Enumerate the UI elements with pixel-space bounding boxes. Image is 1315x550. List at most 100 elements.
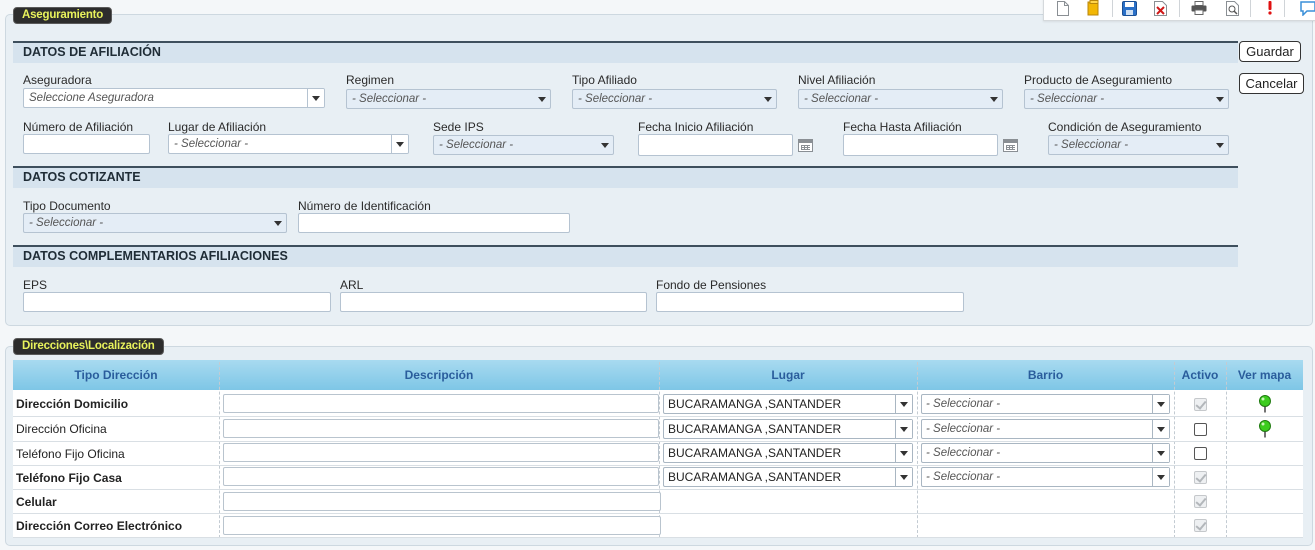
barrio-value: - Seleccionar - <box>926 471 1001 483</box>
chevron-down-icon <box>1152 444 1169 462</box>
cancel-button[interactable]: Cancelar <box>1239 73 1304 94</box>
direcciones-tab: Direcciones\Localización <box>13 338 164 355</box>
barrio-select[interactable]: - Seleccionar - <box>921 443 1170 463</box>
lugar-value: BUCARAMANGA ,SANTANDER <box>668 422 842 436</box>
numero-identificacion-label: Número de Identificación <box>298 199 431 213</box>
col-ver-mapa: Ver mapa <box>1237 368 1292 382</box>
nivel-afiliacion-select[interactable]: - Seleccionar - <box>798 89 1003 109</box>
toolbar <box>1043 0 1315 21</box>
condicion-label: Condición de Aseguramiento <box>1048 120 1202 134</box>
descripcion-input[interactable] <box>223 516 661 535</box>
aseguramiento-tab: Aseguramiento <box>13 7 113 24</box>
chevron-down-icon <box>1216 97 1224 102</box>
activo-checkbox[interactable] <box>1194 423 1207 436</box>
row-tipo: Dirección Correo Electrónico <box>16 519 183 533</box>
table-row: Dirección Domicilio BUCARAMANGA ,SANTAND… <box>13 392 1303 416</box>
activo-checkbox[interactable] <box>1194 447 1207 460</box>
fecha-inicio-input[interactable] <box>638 134 793 156</box>
regimen-select[interactable]: - Seleccionar - <box>346 89 551 109</box>
preview-icon[interactable] <box>1224 0 1240 16</box>
producto-value: - Seleccionar - <box>1030 93 1105 105</box>
barrio-select[interactable]: - Seleccionar - <box>921 419 1170 439</box>
lugar-select[interactable]: BUCARAMANGA ,SANTANDER <box>663 394 913 414</box>
col-activo: Activo <box>1181 368 1219 382</box>
save-button[interactable]: Guardar <box>1239 41 1301 62</box>
chevron-down-icon <box>274 221 282 226</box>
barrio-value: - Seleccionar - <box>926 398 1001 410</box>
chevron-down-icon <box>764 97 772 102</box>
col-lugar: Lugar <box>771 368 805 382</box>
table-row: Dirección Correo Electrónico <box>13 514 1303 538</box>
chevron-down-icon <box>895 420 912 438</box>
chevron-down-icon <box>538 97 546 102</box>
barrio-value: - Seleccionar - <box>926 447 1001 459</box>
tipo-documento-value: - Seleccionar - <box>29 217 104 229</box>
activo-checkbox <box>1194 495 1207 508</box>
table-header: Tipo Dirección Descripción Lugar Barrio … <box>13 360 1303 390</box>
calendar-icon[interactable] <box>798 139 813 152</box>
numero-afiliacion-label: Número de Afiliación <box>23 120 134 134</box>
sede-ips-select[interactable]: - Seleccionar - <box>433 135 614 155</box>
save-icon[interactable] <box>1121 0 1137 16</box>
afiliacion-section-header: DATOS DE AFILIACIÓN <box>13 41 1238 63</box>
arl-input[interactable] <box>340 292 647 312</box>
descripcion-input[interactable] <box>223 443 659 462</box>
barrio-select[interactable]: - Seleccionar - <box>921 394 1170 414</box>
folder-icon[interactable] <box>1086 0 1102 16</box>
regimen-value: - Seleccionar - <box>352 93 427 105</box>
print-icon[interactable] <box>1191 0 1207 16</box>
descripcion-input[interactable] <box>223 492 661 511</box>
aseguradora-select[interactable]: Seleccione Aseguradora <box>23 88 325 108</box>
descripcion-input[interactable] <box>223 467 659 486</box>
table-row: Dirección Oficina BUCARAMANGA ,SANTANDER… <box>13 417 1303 441</box>
fecha-hasta-label: Fecha Hasta Afiliación <box>843 120 962 134</box>
tipo-documento-label: Tipo Documento <box>23 199 111 213</box>
descripcion-input[interactable] <box>223 419 659 438</box>
fecha-hasta-input[interactable] <box>843 134 998 156</box>
comment-icon[interactable] <box>1300 0 1315 16</box>
sede-ips-label: Sede IPS <box>433 120 484 134</box>
alert-icon[interactable] <box>1262 0 1278 16</box>
table-row: Teléfono Fijo Oficina BUCARAMANGA ,SANTA… <box>13 442 1303 466</box>
lugar-select[interactable]: BUCARAMANGA ,SANTANDER <box>663 419 913 439</box>
tipo-afiliado-select[interactable]: - Seleccionar - <box>572 89 777 109</box>
toolbar-separator <box>1112 0 1113 17</box>
activo-checkbox <box>1194 471 1207 484</box>
tipo-documento-select[interactable]: - Seleccionar - <box>23 213 287 233</box>
row-tipo: Teléfono Fijo Casa <box>16 471 122 485</box>
eps-input[interactable] <box>23 292 331 312</box>
sede-ips-value: - Seleccionar - <box>439 139 514 151</box>
lugar-afiliacion-select[interactable]: - Seleccionar - <box>168 134 409 154</box>
map-pin-icon[interactable] <box>1258 420 1272 438</box>
chevron-down-icon <box>307 89 324 107</box>
calendar-icon[interactable] <box>1003 139 1018 152</box>
producto-select[interactable]: - Seleccionar - <box>1024 89 1229 109</box>
map-pin-icon[interactable] <box>1258 395 1272 413</box>
row-tipo: Dirección Domicilio <box>16 397 129 411</box>
lugar-value: BUCARAMANGA ,SANTANDER <box>668 397 842 411</box>
activo-checkbox <box>1194 519 1207 532</box>
aseguradora-placeholder: Seleccione Aseguradora <box>29 92 154 104</box>
lugar-select[interactable]: BUCARAMANGA ,SANTANDER <box>663 443 913 463</box>
lugar-select[interactable]: BUCARAMANGA ,SANTANDER <box>663 467 913 487</box>
eps-label: EPS <box>23 278 48 292</box>
chevron-down-icon <box>1152 468 1169 486</box>
table-row: Teléfono Fijo Casa BUCARAMANGA ,SANTANDE… <box>13 466 1303 490</box>
chevron-down-icon <box>895 395 912 413</box>
fecha-inicio-label: Fecha Inicio Afiliación <box>638 120 754 134</box>
fondo-pensiones-input[interactable] <box>656 292 964 312</box>
delete-document-icon[interactable] <box>1153 0 1169 16</box>
numero-identificacion-input[interactable] <box>298 213 570 233</box>
chevron-down-icon <box>1152 420 1169 438</box>
condicion-select[interactable]: - Seleccionar - <box>1048 135 1229 155</box>
complementarios-section-header: DATOS COMPLEMENTARIOS AFILIACIONES <box>13 245 1238 267</box>
toolbar-separator <box>1179 0 1180 17</box>
chevron-down-icon <box>601 143 609 148</box>
table-row: Celular <box>13 490 1303 514</box>
new-document-icon[interactable] <box>1055 0 1071 16</box>
barrio-select[interactable]: - Seleccionar - <box>921 467 1170 487</box>
numero-afiliacion-input[interactable] <box>23 134 150 154</box>
activo-checkbox <box>1194 398 1207 411</box>
chevron-down-icon <box>1152 395 1169 413</box>
descripcion-input[interactable] <box>223 394 659 413</box>
